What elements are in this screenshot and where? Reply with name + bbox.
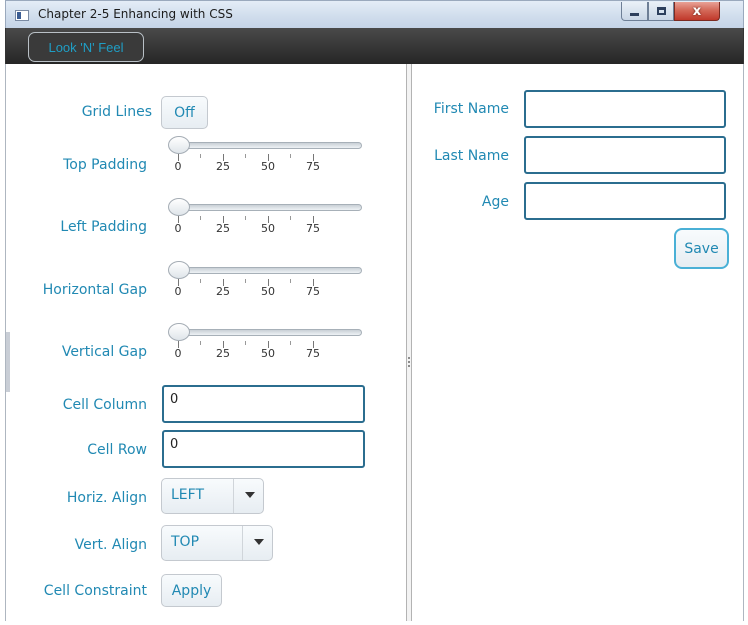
slider-thumb[interactable]: [168, 136, 190, 154]
slider-minor-tick: [245, 216, 246, 220]
slider-minor-tick: [245, 279, 246, 283]
last-name-label: Last Name: [434, 148, 509, 164]
slider-thumb[interactable]: [168, 198, 190, 216]
slider-minor-tick: [290, 154, 291, 158]
window-title: Chapter 2-5 Enhancing with CSS: [38, 7, 233, 21]
slider-minor-tick: [200, 279, 201, 283]
vert-align-combobox[interactable]: TOP: [161, 525, 273, 561]
minimize-icon: [630, 12, 639, 16]
maximize-button[interactable]: [648, 2, 674, 21]
vert-align-value: TOP: [171, 534, 200, 550]
slider-track: [176, 204, 362, 211]
close-icon: x: [692, 3, 702, 19]
window-app-icon[interactable]: [15, 10, 29, 21]
slider-track: [176, 267, 362, 274]
menu-bar: Look 'N' Feel: [5, 28, 744, 64]
cell-column-label: Cell Column: [62, 397, 147, 413]
combo-separator: [233, 479, 234, 513]
grid-lines-label: Grid Lines: [81, 104, 152, 120]
form-pane: First Name Last Name Age Save: [412, 64, 743, 621]
slider-tick-label: 75: [306, 285, 320, 298]
slider-tick-label: 0: [174, 285, 182, 298]
age-field[interactable]: [524, 182, 726, 220]
slider-track: [176, 329, 362, 336]
slider-minor-tick: [290, 279, 291, 283]
first-name-label: First Name: [433, 101, 509, 117]
slider-tick-label: 75: [306, 160, 320, 173]
minimize-button[interactable]: [621, 2, 648, 21]
horiz-align-combobox[interactable]: LEFT: [161, 478, 264, 514]
left-padding-slider[interactable]: 0 25 50 75: [166, 198, 366, 240]
vertical-gap-slider[interactable]: 0 25 50 75: [166, 323, 366, 365]
top-padding-slider[interactable]: 0 25 50 75: [166, 136, 366, 178]
slider-track: [176, 142, 362, 149]
slider-tick-label: 25: [216, 285, 230, 298]
title-bar[interactable]: Chapter 2-5 Enhancing with CSS x: [5, 0, 744, 28]
slider-minor-tick: [200, 216, 201, 220]
left-padding-label: Left Padding: [60, 219, 147, 235]
first-name-field[interactable]: [524, 90, 726, 128]
look-n-feel-menu[interactable]: Look 'N' Feel: [28, 32, 144, 62]
grid-controls-pane: Grid Lines Off Top Padding 0 25 50 75 Le…: [6, 64, 406, 621]
slider-minor-tick: [290, 341, 291, 345]
save-button[interactable]: Save: [674, 228, 729, 269]
chevron-down-icon[interactable]: [254, 539, 264, 545]
horizontal-gap-label: Horizontal Gap: [42, 282, 147, 298]
slider-thumb[interactable]: [168, 261, 190, 279]
cell-constraint-label: Cell Constraint: [43, 583, 147, 599]
combo-separator: [242, 526, 243, 560]
slider-minor-tick: [290, 216, 291, 220]
slider-tick-label: 75: [306, 222, 320, 235]
slider-tick-label: 25: [216, 347, 230, 360]
close-button[interactable]: x: [674, 2, 720, 21]
slider-tick-label: 50: [261, 347, 275, 360]
slider-tick-label: 50: [261, 160, 275, 173]
chevron-down-icon[interactable]: [245, 492, 255, 498]
application-window: Chapter 2-5 Enhancing with CSS x Look 'N…: [5, 0, 744, 625]
slider-tick-label: 0: [174, 222, 182, 235]
last-name-field[interactable]: [524, 136, 726, 174]
content-area: Grid Lines Off Top Padding 0 25 50 75 Le…: [5, 64, 744, 621]
cell-column-field[interactable]: 0: [162, 385, 365, 423]
slider-tick-label: 25: [216, 160, 230, 173]
grid-lines-toggle-button[interactable]: Off: [161, 96, 208, 129]
slider-tick-label: 50: [261, 222, 275, 235]
apply-button[interactable]: Apply: [161, 574, 222, 607]
vertical-gap-label: Vertical Gap: [61, 344, 147, 360]
slider-minor-tick: [200, 154, 201, 158]
vert-align-label: Vert. Align: [74, 537, 147, 553]
slider-tick-label: 0: [174, 347, 182, 360]
cell-row-field[interactable]: 0: [162, 430, 365, 468]
slider-minor-tick: [200, 341, 201, 345]
window-edge-highlight: [6, 332, 10, 392]
maximize-icon: [656, 7, 666, 15]
horizontal-gap-slider[interactable]: 0 25 50 75: [166, 261, 366, 303]
age-label: Age: [481, 194, 509, 210]
slider-minor-tick: [245, 154, 246, 158]
cell-row-label: Cell Row: [87, 442, 147, 458]
horiz-align-label: Horiz. Align: [66, 490, 147, 506]
top-padding-label: Top Padding: [63, 157, 147, 173]
slider-minor-tick: [245, 341, 246, 345]
slider-tick-label: 25: [216, 222, 230, 235]
slider-tick-label: 0: [174, 160, 182, 173]
slider-thumb[interactable]: [168, 323, 190, 341]
divider-grip[interactable]: [408, 357, 410, 369]
horiz-align-value: LEFT: [171, 487, 205, 503]
slider-tick-label: 75: [306, 347, 320, 360]
slider-tick-label: 50: [261, 285, 275, 298]
